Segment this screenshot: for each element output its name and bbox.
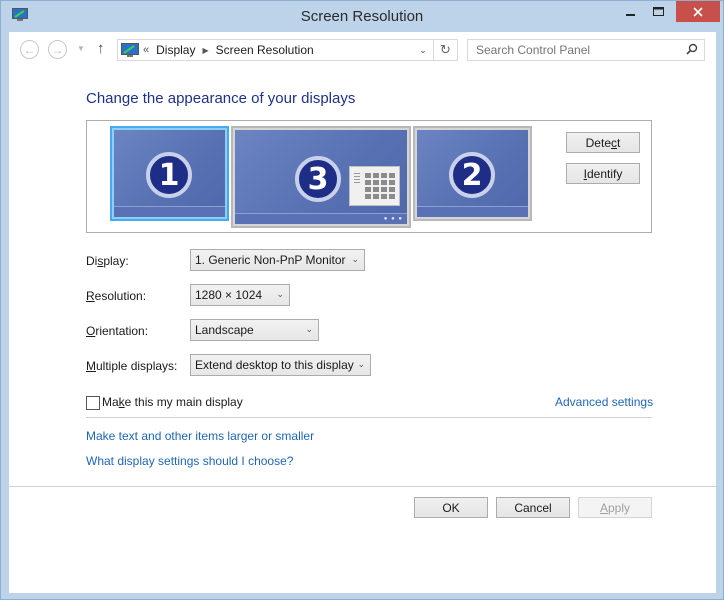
search-icon[interactable] — [686, 43, 698, 58]
navigation-bar: ← → ▼ ↑ « Display ▶ Screen Resolution ⌄ … — [9, 32, 716, 68]
search-input[interactable] — [476, 43, 676, 57]
multiple-displays-label: Multiple displays: — [86, 359, 178, 373]
minimize-icon — [626, 13, 635, 16]
refresh-icon[interactable]: ↻ — [433, 40, 457, 60]
detect-button[interactable]: Dete c t — [566, 132, 640, 153]
identify-button[interactable]: Identify — [566, 163, 640, 184]
monitor-3-taskbar: ● ● ● — [235, 213, 407, 224]
forward-button[interactable]: → — [48, 40, 67, 59]
chevron-down-icon: ⌄ — [276, 289, 284, 299]
title-bar[interactable]: Screen Resolution — [1, 1, 723, 32]
up-arrow-icon: ↑ — [97, 40, 105, 57]
apply-label-key: A — [599, 500, 608, 515]
apply-button[interactable]: Apply — [578, 497, 652, 518]
advanced-settings-link[interactable]: Advanced settings — [555, 395, 653, 409]
display-help-link[interactable]: What display settings should I choose? — [86, 454, 293, 468]
search-box[interactable] — [467, 39, 705, 61]
more-dots-icon: ● ● ● — [383, 216, 403, 222]
ok-button[interactable]: OK — [414, 497, 488, 518]
close-icon — [693, 6, 703, 17]
monitor-1-taskbar — [114, 206, 225, 217]
multiple-displays-select-value: Extend desktop to this display — [195, 358, 354, 372]
monitor-number-1: 1 — [146, 152, 192, 198]
orientation-label: Orientation: — [86, 324, 149, 338]
window-title: Screen Resolution — [300, 8, 424, 25]
back-arrow-icon: ← — [23, 42, 36, 57]
breadcrumb-overflow-icon[interactable]: « — [143, 44, 149, 56]
apply-label-post: pply — [608, 500, 631, 515]
up-button[interactable]: ↑ — [97, 40, 105, 57]
monitor-number-2: 2 — [449, 152, 495, 198]
monitor-3[interactable]: 3 ● ● ● — [231, 126, 411, 228]
resolution-select[interactable]: 1280 × 1024 ⌄ — [190, 284, 290, 306]
main-display-label[interactable]: Make this my main display — [102, 395, 243, 409]
detect-label-pre: Dete — [585, 135, 611, 150]
close-button[interactable] — [676, 1, 720, 22]
address-bar[interactable]: « Display ▶ Screen Resolution ⌄ ↻ — [117, 39, 458, 61]
monitor-2-screen: 2 — [417, 130, 528, 217]
monitor-2[interactable]: 2 — [413, 126, 532, 221]
start-screen-icon — [349, 166, 400, 206]
address-dropdown-icon[interactable]: ⌄ — [415, 40, 431, 60]
minimize-button[interactable] — [618, 1, 644, 22]
main-display-checkbox[interactable] — [86, 396, 100, 410]
monitor-2-taskbar — [417, 206, 528, 217]
back-button[interactable]: ← — [20, 40, 39, 59]
monitor-1-screen: 1 — [114, 130, 225, 217]
control-panel-display-icon — [121, 42, 139, 57]
resolution-label: Resolution: — [86, 289, 147, 303]
chevron-down-icon: ⌄ — [357, 359, 365, 369]
identify-label-post: dentify — [586, 166, 623, 181]
orientation-select-value: Landscape — [195, 323, 254, 337]
breadcrumb-separator-icon[interactable]: ▶ — [202, 46, 208, 55]
maximize-button[interactable] — [646, 1, 672, 22]
breadcrumb-display[interactable]: Display — [156, 43, 195, 57]
display-label: Display: — [86, 254, 129, 268]
monitor-3-screen: 3 ● ● ● — [235, 130, 407, 224]
display-select[interactable]: 1. Generic Non-PnP Monitor ⌄ — [190, 249, 365, 271]
recent-locations-button[interactable]: ▼ — [77, 44, 85, 53]
monitor-1[interactable]: 1 — [110, 126, 229, 221]
forward-arrow-icon: → — [51, 42, 64, 57]
chevron-down-icon: ▼ — [77, 44, 85, 53]
chevron-down-icon: ⌄ — [351, 254, 359, 264]
monitor-arrangement-area: 1 3 ● ● ● 2 Dete c t I dentify — [86, 120, 652, 233]
maximize-icon — [653, 6, 664, 16]
screen-resolution-window: Screen Resolution ← → ▼ ↑ « Display ▶ Sc… — [0, 0, 724, 600]
resolution-select-value: 1280 × 1024 — [195, 288, 263, 302]
breadcrumb-screen-resolution[interactable]: Screen Resolution — [216, 43, 314, 57]
text-size-link[interactable]: Make text and other items larger or smal… — [86, 429, 314, 443]
detect-label-post: t — [617, 135, 621, 150]
page-heading: Change the appearance of your displays — [86, 90, 356, 107]
multiple-displays-select[interactable]: Extend desktop to this display ⌄ — [190, 354, 371, 376]
divider — [86, 417, 652, 418]
cancel-button[interactable]: Cancel — [496, 497, 570, 518]
chevron-down-icon: ⌄ — [305, 324, 313, 334]
monitor-number-3: 3 — [295, 156, 341, 202]
display-select-value: 1. Generic Non-PnP Monitor — [195, 253, 346, 267]
orientation-select[interactable]: Landscape ⌄ — [190, 319, 319, 341]
client-area: ← → ▼ ↑ « Display ▶ Screen Resolution ⌄ … — [9, 32, 716, 593]
footer-divider — [9, 486, 716, 487]
